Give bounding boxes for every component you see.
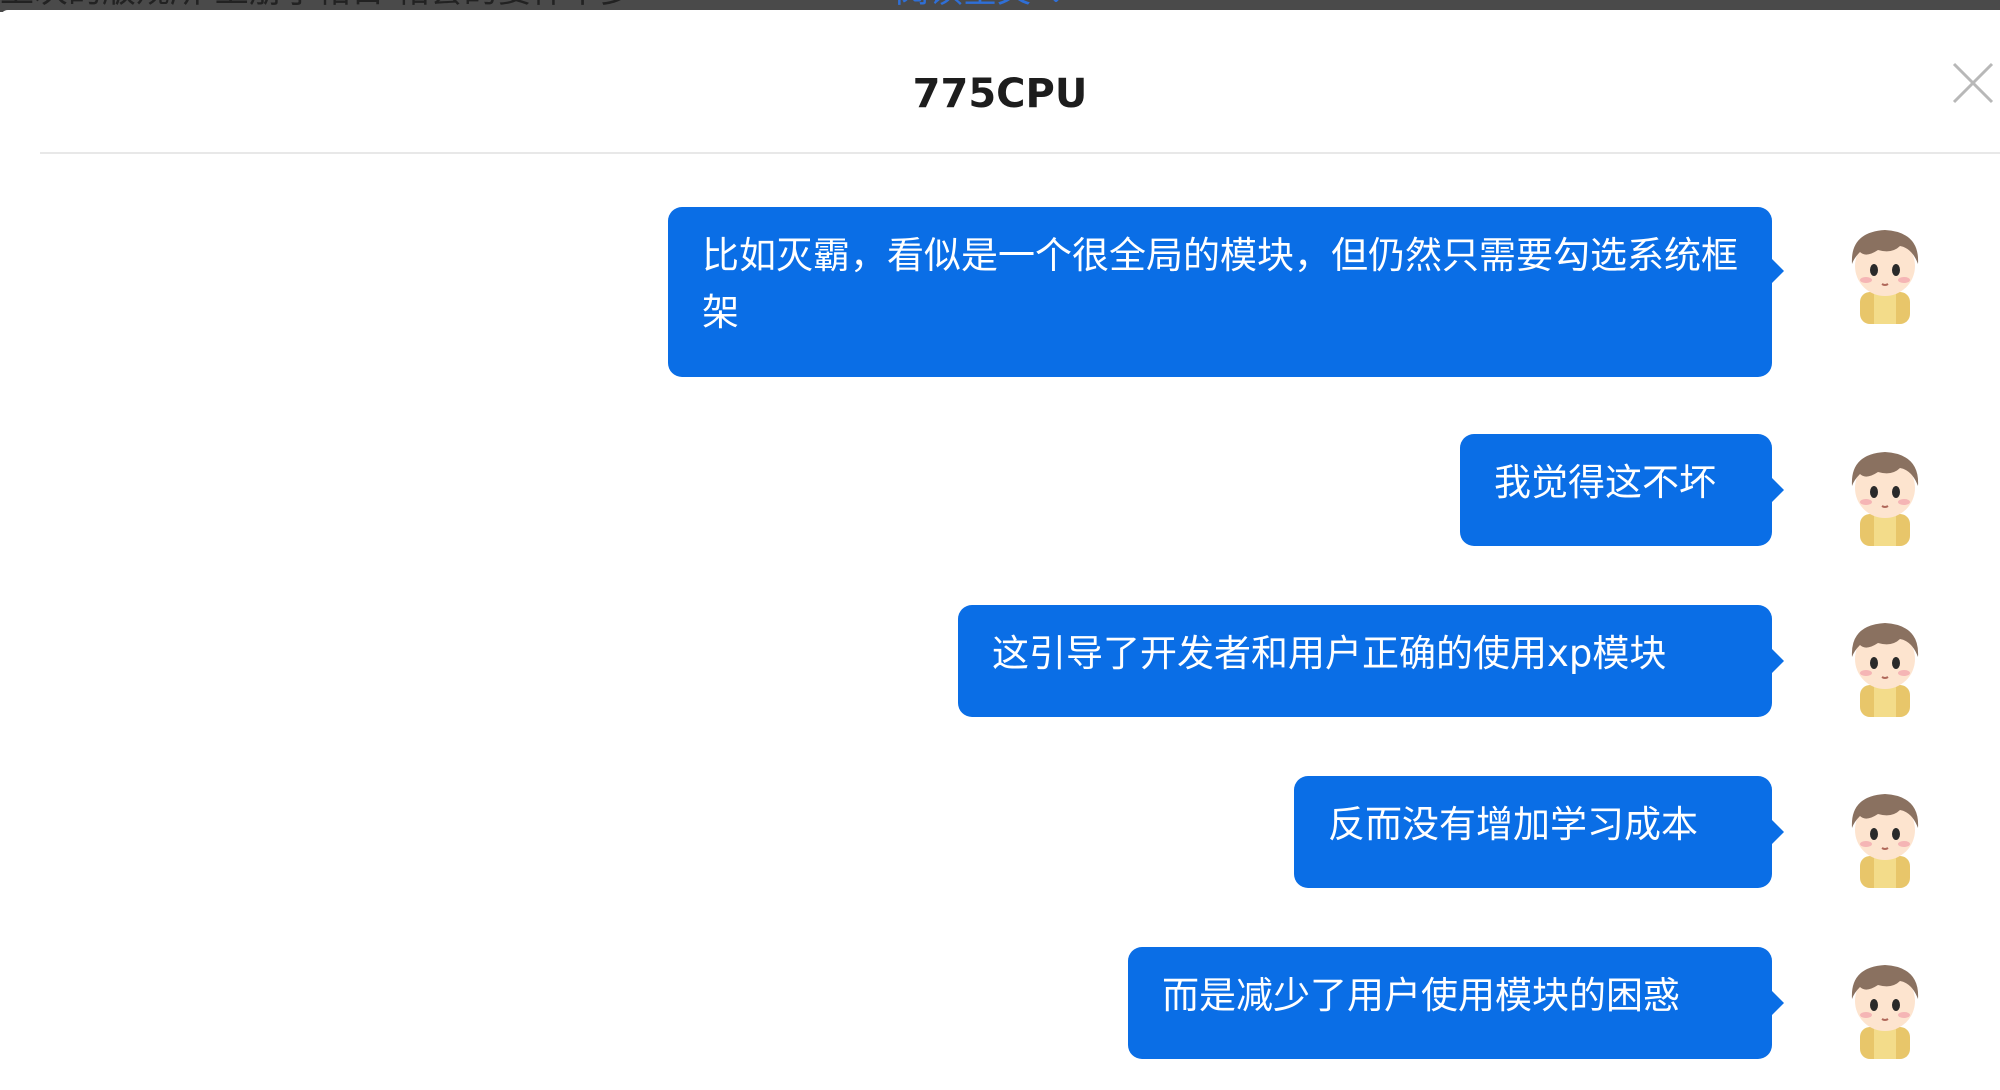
message-bubble: 反而没有增加学习成本 bbox=[1294, 776, 1784, 888]
message-text: 比如灭霸，看似是一个很全局的模块，但仍然只需要勾选系统框架 bbox=[702, 234, 1738, 334]
message-bubble: 这引导了开发者和用户正确的使用xp模块 bbox=[958, 605, 1784, 717]
avatar[interactable] bbox=[1830, 778, 1940, 888]
avatar[interactable] bbox=[1830, 214, 1940, 324]
message-text: 我觉得这不坏 bbox=[1494, 461, 1716, 504]
message-text: 反而没有增加学习成本 bbox=[1328, 803, 1698, 846]
avatar[interactable] bbox=[1830, 607, 1940, 717]
message-list[interactable]: 比如灭霸，看似是一个很全局的模块，但仍然只需要勾选系统框架 我觉得这不坏 这引导… bbox=[0, 162, 2000, 1090]
message-bubble: 而是减少了用户使用模块的困惑 bbox=[1128, 947, 1784, 1059]
message-bubble: 比如灭霸，看似是一个很全局的模块，但仍然只需要勾选系统框架 bbox=[668, 207, 1784, 377]
message-bubble: 我觉得这不坏 bbox=[1460, 434, 1784, 546]
avatar[interactable] bbox=[1830, 949, 1940, 1059]
message-text: 而是减少了用户使用模块的困惑 bbox=[1162, 974, 1680, 1017]
close-button[interactable] bbox=[1948, 58, 1998, 108]
background-text: 上次的版规所 上册了帖日 帖套的要件平多 bbox=[0, 0, 634, 8]
user-avatar-icon bbox=[1851, 794, 1919, 888]
dialog-header: 775CPU bbox=[40, 10, 2000, 154]
user-avatar-icon bbox=[1851, 623, 1919, 717]
background-link[interactable]: 阅读全文 ⌄ bbox=[895, 0, 1070, 8]
message-text: 这引导了开发者和用户正确的使用xp模块 bbox=[992, 632, 1667, 675]
chat-dialog-page: 上次的版规所 上册了帖日 帖套的要件平多 阅读全文 ⌄ 775CPU 比如灭霸，… bbox=[0, 0, 2000, 1090]
avatar[interactable] bbox=[1830, 436, 1940, 546]
user-avatar-icon bbox=[1851, 230, 1919, 324]
user-avatar-icon bbox=[1851, 965, 1919, 1059]
close-icon bbox=[1952, 62, 1994, 104]
dialog-title: 775CPU bbox=[912, 71, 1088, 117]
user-avatar-icon bbox=[1851, 452, 1919, 546]
chat-dialog: 775CPU 比如灭霸，看似是一个很全局的模块，但仍然只需要勾选系统框架 我觉得… bbox=[0, 10, 2000, 1090]
